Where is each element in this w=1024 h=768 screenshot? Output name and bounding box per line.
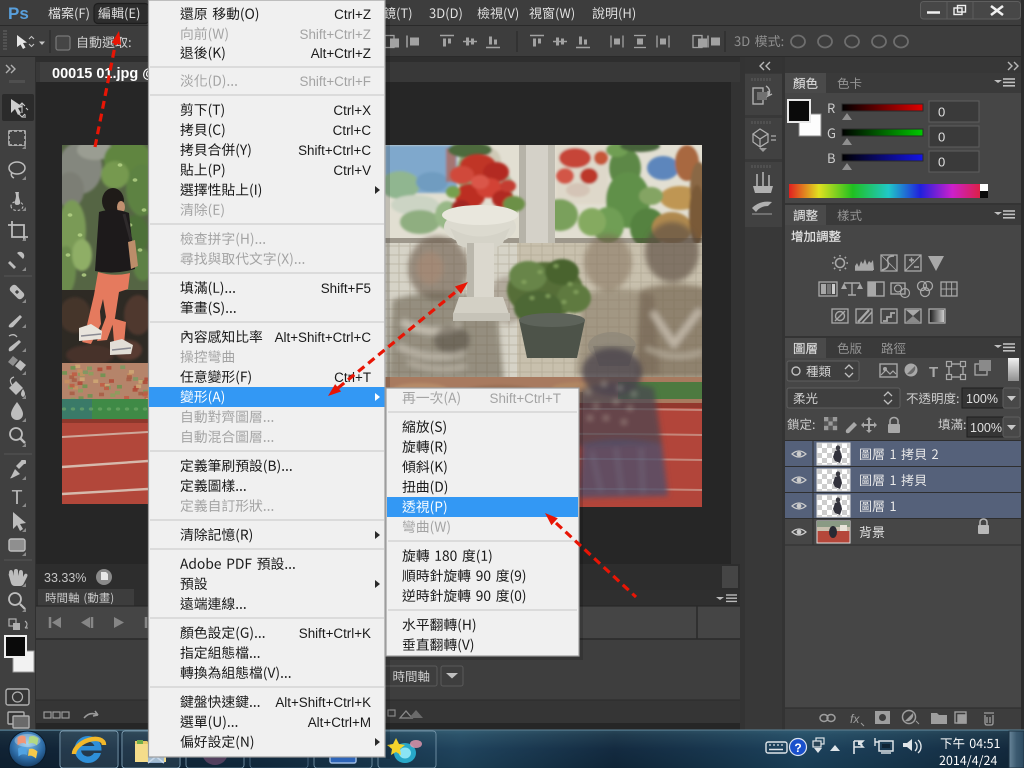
svg-text:?: ?: [794, 741, 801, 755]
svg-text:0: 0: [938, 130, 945, 145]
svg-text:Alt+Shift+Ctrl+C: Alt+Shift+Ctrl+C: [275, 330, 372, 345]
svg-text:Alt+Ctrl+M: Alt+Ctrl+M: [308, 715, 371, 730]
svg-text:0: 0: [938, 155, 945, 170]
svg-text:33.33%: 33.33%: [44, 571, 86, 585]
svg-text:0: 0: [938, 105, 945, 120]
svg-text:T: T: [929, 364, 938, 381]
svg-text:100%: 100%: [966, 392, 998, 406]
svg-text:Shift+Ctrl+T: Shift+Ctrl+T: [490, 391, 561, 406]
svg-text:Ctrl+V: Ctrl+V: [333, 163, 371, 178]
svg-text:Ps: Ps: [8, 4, 29, 23]
svg-text:Shift+Ctrl+K: Shift+Ctrl+K: [299, 626, 371, 641]
svg-text:Ctrl+C: Ctrl+C: [333, 123, 372, 138]
svg-text:Ctrl+Z: Ctrl+Z: [334, 7, 371, 22]
svg-text:Shift+Ctrl+Z: Shift+Ctrl+Z: [300, 27, 371, 42]
svg-text:Alt+Shift+Ctrl+K: Alt+Shift+Ctrl+K: [275, 695, 371, 710]
svg-text:Shift+Ctrl+C: Shift+Ctrl+C: [298, 143, 371, 158]
svg-text:Shift+F5: Shift+F5: [321, 281, 371, 296]
svg-text:Alt+Ctrl+Z: Alt+Ctrl+Z: [311, 46, 371, 61]
svg-text:fx: fx: [850, 712, 860, 726]
svg-text:Shift+Ctrl+F: Shift+Ctrl+F: [300, 74, 371, 89]
svg-text:100%: 100%: [970, 421, 1002, 435]
svg-text:Ctrl+X: Ctrl+X: [333, 103, 371, 118]
